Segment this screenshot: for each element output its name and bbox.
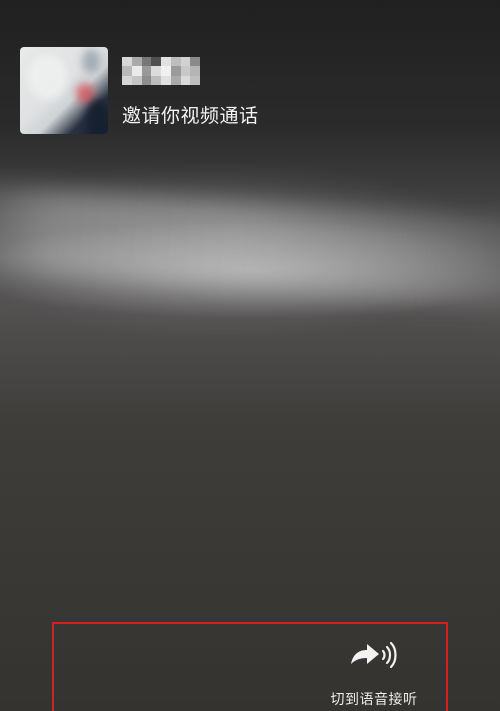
switch-to-audio-label: 切到语音接听 xyxy=(330,692,418,708)
background-blur-streak xyxy=(0,179,500,316)
forward-arrow-speaker-icon xyxy=(351,641,397,669)
caller-name-mosaic xyxy=(122,57,200,85)
incoming-video-call-screen: 邀请你视频通话 切到语音接听 xyxy=(0,0,500,711)
caller-avatar xyxy=(20,47,108,134)
invite-text: 邀请你视频通话 xyxy=(122,105,259,127)
switch-to-audio-button[interactable]: 切到语音接听 xyxy=(318,632,430,710)
